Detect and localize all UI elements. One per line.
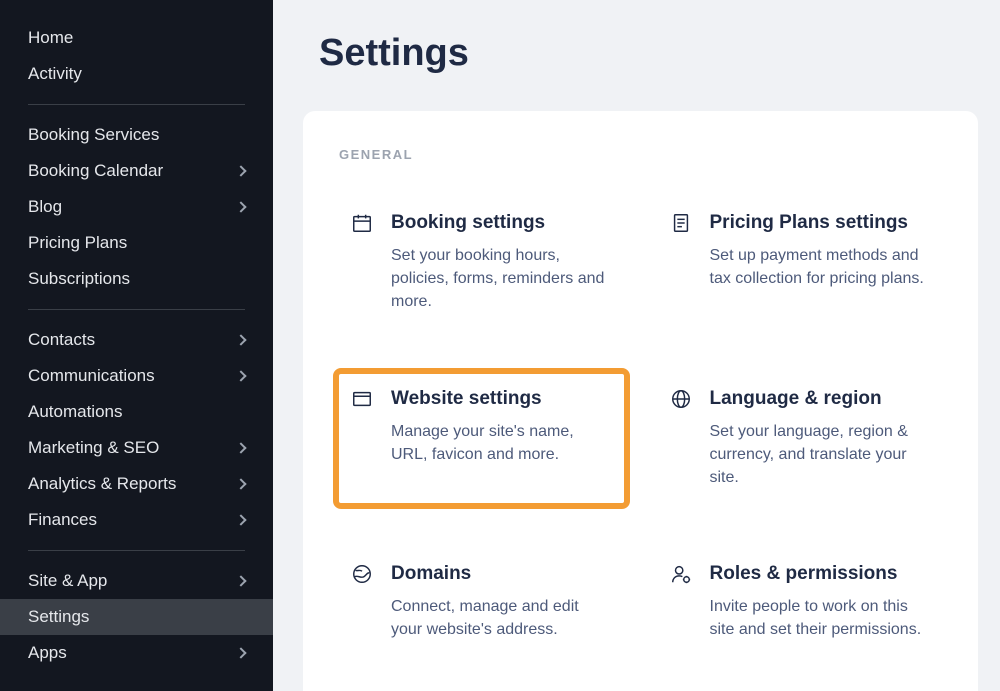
card-title: Roles & permissions xyxy=(710,563,931,585)
sidebar-item-marketing-seo[interactable]: Marketing & SEO xyxy=(0,430,273,466)
sidebar-item-label: Apps xyxy=(28,643,67,663)
sidebar-divider xyxy=(28,309,245,310)
card-desc: Set up payment methods and tax collectio… xyxy=(710,244,931,290)
chevron-right-icon xyxy=(235,370,246,381)
sidebar-item-finances[interactable]: Finances xyxy=(0,502,273,538)
sidebar-item-label: Booking Services xyxy=(28,125,159,145)
sidebar-item-communications[interactable]: Communications xyxy=(0,358,273,394)
sidebar-item-label: Subscriptions xyxy=(28,269,130,289)
chevron-right-icon xyxy=(235,478,246,489)
sidebar-item-label: Activity xyxy=(28,64,82,84)
sidebar-item-site-app[interactable]: Site & App xyxy=(0,563,273,599)
sidebar-item-label: Marketing & SEO xyxy=(28,438,159,458)
sidebar-item-apps[interactable]: Apps xyxy=(0,635,273,671)
card-domains[interactable]: Domains Connect, manage and edit your we… xyxy=(339,549,624,655)
sidebar: Home Activity Booking Services Booking C… xyxy=(0,0,273,691)
card-title: Domains xyxy=(391,563,612,585)
card-pricing-plans-settings[interactable]: Pricing Plans settings Set up payment me… xyxy=(658,198,943,328)
settings-cards: Booking settings Set your booking hours,… xyxy=(339,198,942,656)
card-title: Website settings xyxy=(391,388,612,410)
sidebar-divider xyxy=(28,104,245,105)
card-text: Booking settings Set your booking hours,… xyxy=(391,212,612,314)
sidebar-item-blog[interactable]: Blog xyxy=(0,189,273,225)
sidebar-item-subscriptions[interactable]: Subscriptions xyxy=(0,261,273,297)
chevron-right-icon xyxy=(235,575,246,586)
user-gear-icon xyxy=(670,563,692,585)
sidebar-item-label: Finances xyxy=(28,510,97,530)
section-title: GENERAL xyxy=(339,147,942,162)
sidebar-item-label: Settings xyxy=(28,607,89,627)
globe-icon xyxy=(670,388,692,410)
chevron-right-icon xyxy=(235,514,246,525)
card-title: Language & region xyxy=(710,388,931,410)
sidebar-item-label: Automations xyxy=(28,402,123,422)
settings-panel: GENERAL Booking settings Set your bookin… xyxy=(303,111,978,691)
chevron-right-icon xyxy=(235,442,246,453)
card-desc: Manage your site's name, URL, favicon an… xyxy=(391,420,612,466)
card-text: Pricing Plans settings Set up payment me… xyxy=(710,212,931,314)
card-desc: Set your language, region & currency, an… xyxy=(710,420,931,490)
page-title: Settings xyxy=(319,32,1000,75)
card-desc: Set your booking hours, policies, forms,… xyxy=(391,244,612,314)
main-content: Settings GENERAL Booking settings Set yo… xyxy=(273,0,1000,691)
chevron-right-icon xyxy=(235,647,246,658)
card-text: Roles & permissions Invite people to wor… xyxy=(710,563,931,641)
sidebar-item-booking-calendar[interactable]: Booking Calendar xyxy=(0,153,273,189)
sidebar-item-analytics-reports[interactable]: Analytics & Reports xyxy=(0,466,273,502)
sidebar-item-home[interactable]: Home xyxy=(0,20,273,56)
card-website-settings[interactable]: Website settings Manage your site's name… xyxy=(339,374,624,504)
sidebar-item-label: Contacts xyxy=(28,330,95,350)
calendar-icon xyxy=(351,212,373,234)
card-title: Pricing Plans settings xyxy=(710,212,931,234)
card-roles-permissions[interactable]: Roles & permissions Invite people to wor… xyxy=(658,549,943,655)
sidebar-item-activity[interactable]: Activity xyxy=(0,56,273,92)
card-language-region[interactable]: Language & region Set your language, reg… xyxy=(658,374,943,504)
sidebar-item-booking-services[interactable]: Booking Services xyxy=(0,117,273,153)
card-desc: Connect, manage and edit your website's … xyxy=(391,595,612,641)
card-text: Domains Connect, manage and edit your we… xyxy=(391,563,612,641)
document-icon xyxy=(670,212,692,234)
window-icon xyxy=(351,388,373,410)
card-text: Language & region Set your language, reg… xyxy=(710,388,931,490)
card-booking-settings[interactable]: Booking settings Set your booking hours,… xyxy=(339,198,624,328)
sidebar-item-label: Pricing Plans xyxy=(28,233,127,253)
sidebar-item-automations[interactable]: Automations xyxy=(0,394,273,430)
sidebar-item-label: Communications xyxy=(28,366,155,386)
sidebar-item-settings[interactable]: Settings xyxy=(0,599,273,635)
sidebar-item-label: Analytics & Reports xyxy=(28,474,176,494)
chevron-right-icon xyxy=(235,201,246,212)
sidebar-item-pricing-plans[interactable]: Pricing Plans xyxy=(0,225,273,261)
share-globe-icon xyxy=(351,563,373,585)
chevron-right-icon xyxy=(235,165,246,176)
sidebar-item-label: Booking Calendar xyxy=(28,161,163,181)
card-text: Website settings Manage your site's name… xyxy=(391,388,612,490)
sidebar-divider xyxy=(28,550,245,551)
sidebar-item-label: Home xyxy=(28,28,73,48)
chevron-right-icon xyxy=(235,334,246,345)
card-title: Booking settings xyxy=(391,212,612,234)
sidebar-item-label: Blog xyxy=(28,197,62,217)
card-desc: Invite people to work on this site and s… xyxy=(710,595,931,641)
sidebar-item-contacts[interactable]: Contacts xyxy=(0,322,273,358)
sidebar-item-label: Site & App xyxy=(28,571,107,591)
